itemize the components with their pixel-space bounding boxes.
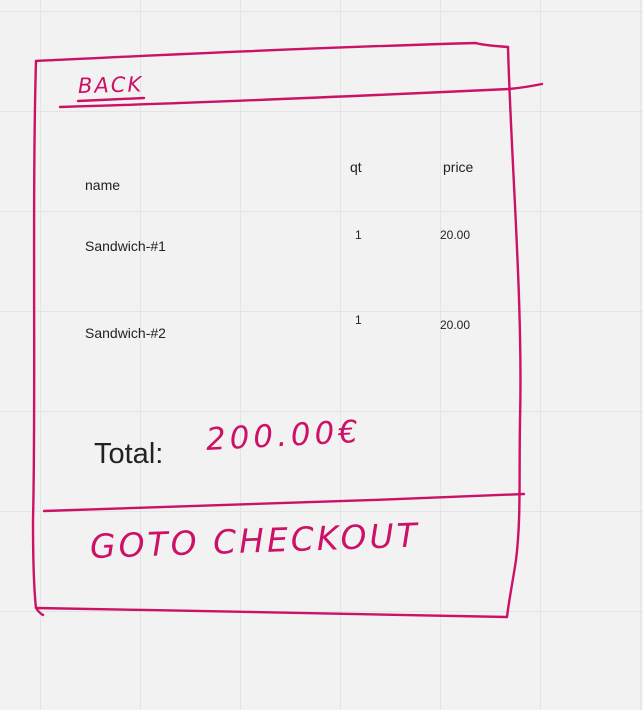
- total-label: Total:: [94, 438, 164, 470]
- row-1-qt: 1: [355, 228, 362, 242]
- column-header-qt: qt: [350, 159, 362, 175]
- frame-left-border: [31, 59, 45, 617]
- row-2-name: Sandwich-#2: [85, 325, 166, 341]
- row-1-name: Sandwich-#1: [85, 238, 166, 254]
- frame-bottom-border: [34, 606, 509, 619]
- row-1-price: 20.00: [440, 228, 471, 242]
- row-2-qt: 1: [355, 313, 362, 327]
- back-underline: [76, 96, 146, 103]
- row-2-price: 20.00: [440, 318, 471, 332]
- column-header-price: price: [443, 159, 474, 175]
- column-header-name: name: [85, 177, 121, 193]
- frame-right-border: [505, 45, 522, 619]
- back-button[interactable]: BACK: [78, 72, 144, 98]
- frame-top-border: [34, 41, 510, 63]
- sketch-frame: [31, 41, 544, 619]
- footer-divider: [42, 492, 526, 513]
